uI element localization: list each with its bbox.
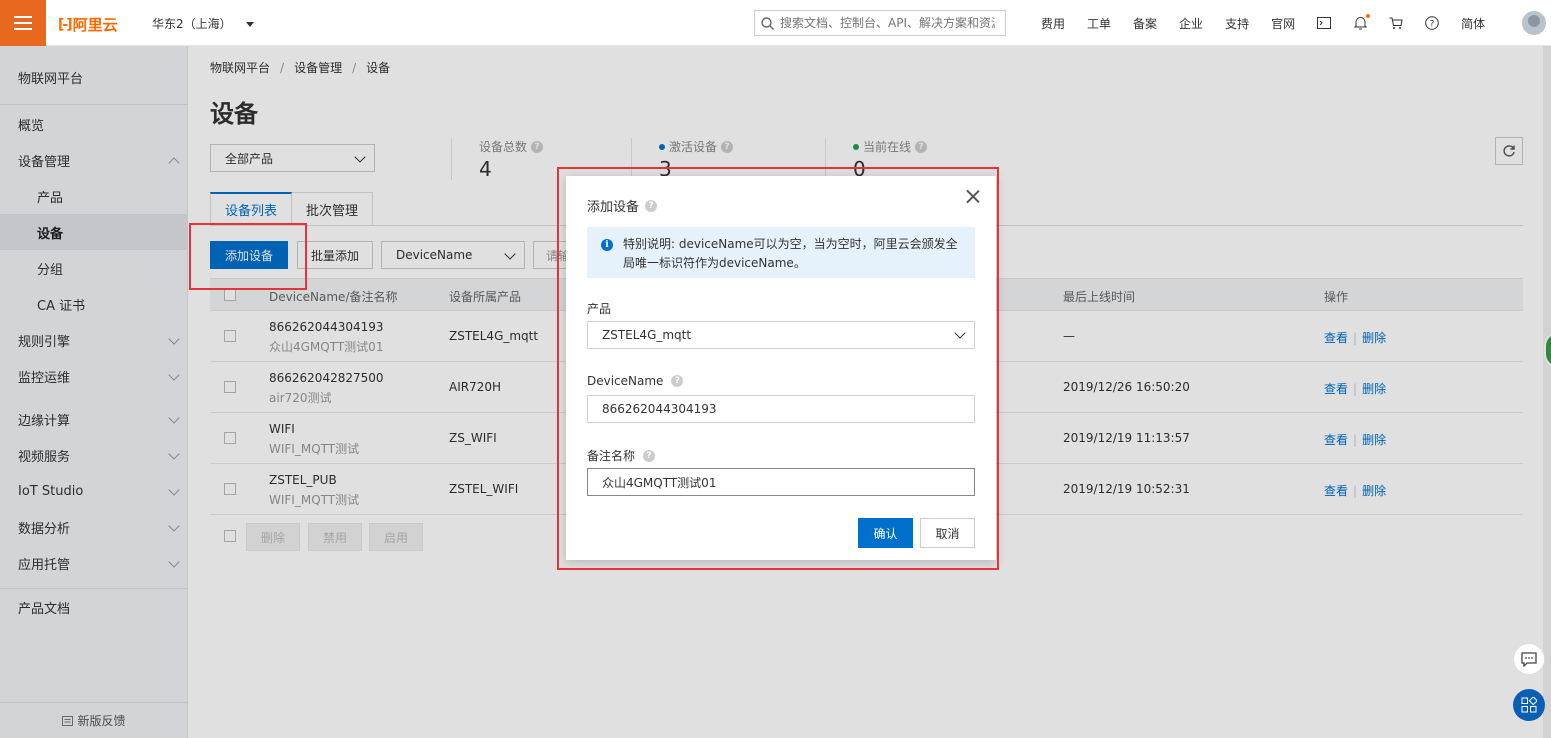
menu-icon[interactable] <box>0 0 46 46</box>
notification-dot <box>1366 14 1371 18</box>
bell-icon[interactable] <box>1352 14 1371 31</box>
chat-icon <box>1521 651 1537 667</box>
nav-billing[interactable]: 费用 <box>1041 15 1065 32</box>
help-icon[interactable]: ? <box>1424 15 1440 31</box>
chat-button[interactable] <box>1513 643 1545 675</box>
nav-support[interactable]: 支持 <box>1225 15 1249 32</box>
top-bar: [-]阿里云 华东2（上海） 费用 工单 备案 企业 支持 官网 ? 简体 <box>0 0 1551 46</box>
nav-ticket[interactable]: 工单 <box>1087 15 1111 32</box>
highlight-box <box>189 223 307 290</box>
avatar[interactable] <box>1522 11 1546 35</box>
svg-text:?: ? <box>1430 20 1435 30</box>
apps-icon <box>1521 697 1537 713</box>
nav-official-site[interactable]: 官网 <box>1271 15 1295 32</box>
language-switch[interactable]: 简体 <box>1461 15 1485 32</box>
region-selector[interactable]: 华东2（上海） <box>152 15 254 32</box>
nav-enterprise[interactable]: 企业 <box>1179 15 1203 32</box>
caret-down-icon <box>245 22 254 27</box>
aliyun-logo[interactable]: [-] 阿里云 <box>58 14 118 35</box>
global-search[interactable] <box>754 10 1006 36</box>
global-search-input[interactable] <box>780 16 995 30</box>
apps-button[interactable] <box>1513 689 1545 721</box>
highlight-box <box>557 167 999 570</box>
nav-icp[interactable]: 备案 <box>1133 15 1157 32</box>
search-icon <box>761 16 774 30</box>
cart-icon[interactable] <box>1388 15 1404 31</box>
top-nav: 费用 工单 备案 企业 支持 官网 ? 简体 <box>1030 0 1496 46</box>
terminal-icon[interactable] <box>1316 15 1332 31</box>
